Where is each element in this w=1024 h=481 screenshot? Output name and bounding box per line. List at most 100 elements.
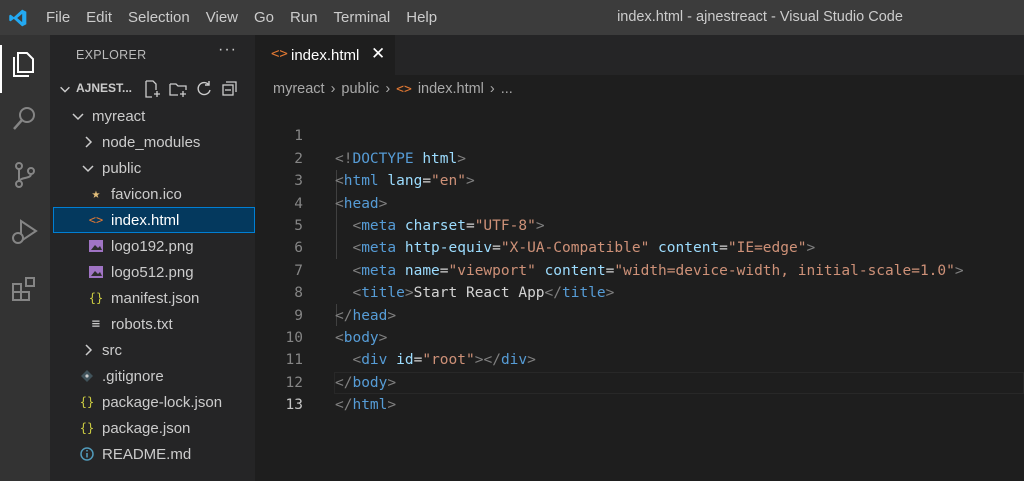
breadcrumb-public[interactable]: public <box>341 81 379 97</box>
tree-label: src <box>102 341 122 359</box>
more-actions-icon[interactable]: ··· <box>218 41 237 59</box>
breadcrumb-index-html[interactable]: index.html <box>418 81 484 97</box>
tree-label: public <box>102 159 142 177</box>
code-line: 7 <title>Start React App</title> <box>255 237 1024 301</box>
tree-folder-public[interactable]: public <box>53 155 255 181</box>
chevron-down-icon <box>82 165 94 173</box>
code-line: 10 <div id="root"></div> <box>255 305 1024 368</box>
tree-label: package.json <box>102 419 191 437</box>
editor-area: <> index.html ✕ myreact › public › <> in… <box>255 35 1024 481</box>
extensions-icon[interactable] <box>9 273 41 305</box>
line-number: 13 <box>285 397 303 414</box>
explorer-files-icon[interactable] <box>9 48 41 80</box>
tree-folder-myreact[interactable]: myreact <box>53 103 255 129</box>
tree-label: node_modules <box>102 133 201 151</box>
breadcrumb: myreact › public › <> index.html › ... <box>273 81 513 97</box>
tree-file-favicon[interactable]: ★ favicon.ico <box>53 181 255 207</box>
tree-label: README.md <box>102 445 192 463</box>
project-name: AJNEST... <box>76 81 133 95</box>
json-icon: {} <box>79 421 95 435</box>
chevron-down-icon <box>60 86 70 93</box>
menu-go[interactable]: Go <box>246 0 282 35</box>
code-line: 2 <html lang="en"> <box>255 125 1024 189</box>
tab-index-html[interactable]: <> index.html ✕ <box>255 35 395 75</box>
explorer-header: EXPLORER <box>76 48 147 62</box>
code-line: 13 <box>255 372 1024 413</box>
code-line: 4 <meta charset="UTF-8"> <box>255 170 1024 234</box>
refresh-icon[interactable] <box>194 79 214 99</box>
tree-file-robots[interactable]: ≡ robots.txt <box>53 311 255 337</box>
code-line: 8 </head> <box>255 260 1024 323</box>
active-indicator <box>0 45 2 93</box>
tree-file-readme[interactable]: README.md <box>53 441 255 467</box>
code-line: 5 <meta http-equiv="X-UA-Compatible" con… <box>255 193 1024 256</box>
tree-label: robots.txt <box>111 315 173 333</box>
window-title: index.html - ajnestreact - Visual Studio… <box>617 9 903 25</box>
collapse-all-icon[interactable] <box>220 79 240 99</box>
tree-label: favicon.ico <box>111 185 182 203</box>
tree-file-logo192[interactable]: logo192.png <box>53 233 255 259</box>
vscode-logo-icon <box>9 9 27 27</box>
tree-folder-node-modules[interactable]: node_modules <box>53 129 255 155</box>
run-debug-icon[interactable] <box>9 216 41 248</box>
menu-edit[interactable]: Edit <box>78 0 120 35</box>
code-line: 11 </body> <box>255 327 1024 390</box>
project-row[interactable]: AJNEST... <box>50 77 255 101</box>
chevron-right-icon: › <box>489 81 495 97</box>
info-icon <box>80 447 94 461</box>
git-icon <box>81 370 93 382</box>
json-icon: {} <box>88 291 104 305</box>
star-icon: ★ <box>91 186 101 202</box>
tree-folder-src[interactable]: src <box>53 337 255 363</box>
new-folder-icon[interactable] <box>168 79 188 99</box>
new-file-icon[interactable] <box>142 79 162 99</box>
breadcrumb-more[interactable]: ... <box>501 81 513 97</box>
tree-label: index.html <box>111 211 180 229</box>
html-icon: <> <box>396 81 412 97</box>
search-icon[interactable] <box>9 102 41 134</box>
activity-bar <box>0 35 50 481</box>
code-line: 3 <head> <box>255 148 1024 211</box>
explorer-sidebar: EXPLORER ··· AJNEST... myreact node_modu… <box>50 35 255 481</box>
tree-file-package-lock[interactable]: {} package-lock.json <box>53 389 255 415</box>
tree-file-logo512[interactable]: logo512.png <box>53 259 255 285</box>
menu-help[interactable]: Help <box>398 0 445 35</box>
menu-terminal[interactable]: Terminal <box>326 0 399 35</box>
tree-file-manifest[interactable]: {} manifest.json <box>53 285 255 311</box>
code-line: 12 </html> <box>255 349 1024 413</box>
tree-label: manifest.json <box>111 289 200 307</box>
tree-label: logo512.png <box>111 263 194 281</box>
chevron-right-icon: › <box>385 81 391 97</box>
code-line: 9 <body> <box>255 282 1024 346</box>
chevron-right-icon: › <box>330 81 336 97</box>
tree-label: logo192.png <box>111 237 194 255</box>
tree-file-package[interactable]: {} package.json <box>53 415 255 441</box>
title-bar: File Edit Selection View Go Run Terminal… <box>0 0 1024 35</box>
tree-label: .gitignore <box>102 367 164 385</box>
tree-file-gitignore[interactable]: .gitignore <box>53 363 255 389</box>
source-control-icon[interactable] <box>9 159 41 191</box>
chevron-right-icon <box>85 344 93 356</box>
menu-selection[interactable]: Selection <box>120 0 198 35</box>
menu-bar: File Edit Selection View Go Run Terminal… <box>38 0 445 35</box>
tab-bar: <> index.html ✕ <box>255 35 1024 75</box>
html-icon: <> <box>88 213 104 227</box>
text-icon: ≡ <box>91 316 101 332</box>
tree-label: package-lock.json <box>102 393 223 411</box>
menu-view[interactable]: View <box>198 0 246 35</box>
html-icon: <> <box>271 46 288 62</box>
image-icon <box>89 240 103 252</box>
tab-label: index.html <box>291 47 360 64</box>
image-icon <box>89 266 103 278</box>
tree-file-index-html[interactable]: <> index.html <box>53 207 255 233</box>
close-icon[interactable]: ✕ <box>371 44 385 64</box>
json-icon: {} <box>79 395 95 409</box>
chevron-right-icon <box>85 136 93 148</box>
code-line: 6 <meta name="viewport" content="width=d… <box>255 215 1024 278</box>
breadcrumb-myreact[interactable]: myreact <box>273 81 325 97</box>
chevron-down-icon <box>72 113 84 121</box>
menu-file[interactable]: File <box>38 0 78 35</box>
tree-label: myreact <box>92 107 146 125</box>
menu-run[interactable]: Run <box>282 0 326 35</box>
code-line: 1 <!DOCTYPE html> <box>255 103 1024 166</box>
